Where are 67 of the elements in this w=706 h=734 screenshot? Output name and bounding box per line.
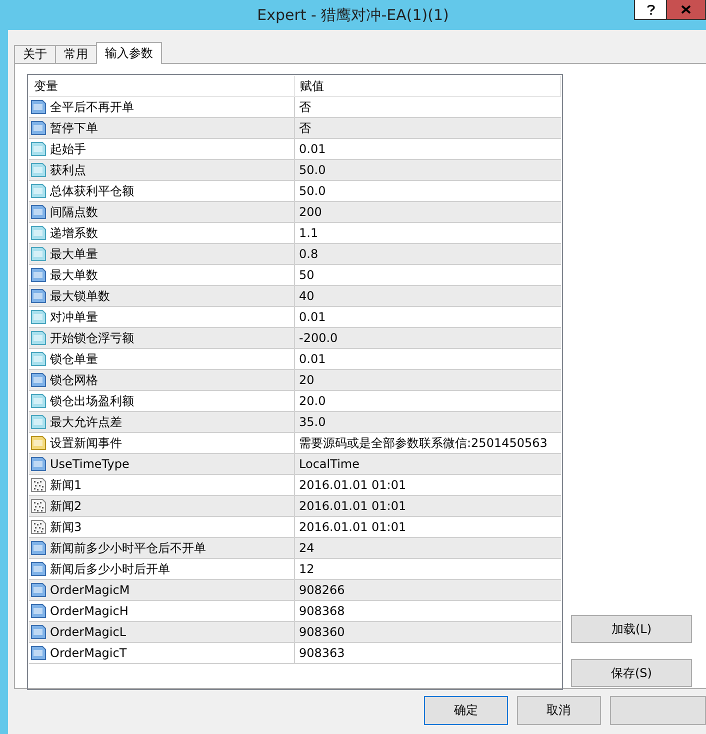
parameter-name: OrderMagicM <box>50 583 130 597</box>
parameter-name: 总体获利平仓额 <box>50 182 134 200</box>
parameter-value[interactable]: 否 <box>299 120 311 136</box>
parameter-name: 最大允许点差 <box>50 414 122 430</box>
parameter-value[interactable]: 否 <box>299 98 311 116</box>
parameter-value[interactable]: 20.0 <box>299 394 326 408</box>
parameter-name: 新闻3 <box>50 518 82 536</box>
parameter-name: 锁仓出场盈利额 <box>50 392 134 410</box>
parameter-name: OrderMagicL <box>50 625 126 639</box>
parameter-value[interactable]: 1.1 <box>299 226 318 240</box>
parameter-value[interactable]: LocalTime <box>299 457 360 471</box>
help-icon <box>646 4 654 15</box>
parameter-value[interactable]: 需要源码或是全部参数联系微信:2501450563 <box>299 434 548 452</box>
dialog-button[interactable]: 取消 <box>516 696 601 725</box>
parameter-value[interactable]: 20 <box>299 373 314 387</box>
parameter-value[interactable]: 0.01 <box>299 352 326 366</box>
parameter-name: 全平后不再开单 <box>50 98 134 116</box>
save-button[interactable]: 保存(S) <box>571 659 692 687</box>
parameter-value[interactable]: 2016.01.01 01:01 <box>299 499 406 513</box>
parameter-name: 新闻2 <box>50 498 82 514</box>
parameter-name: 最大锁单数 <box>50 288 110 304</box>
parameter-name: 获利点 <box>50 162 86 178</box>
parameter-value[interactable]: 0.01 <box>299 310 326 324</box>
parameter-value[interactable]: 35.0 <box>299 415 326 429</box>
dialog-button[interactable]: 确定 <box>424 696 508 725</box>
parameter-name: 最大单数 <box>50 266 98 284</box>
parameter-name: 间隔点数 <box>50 204 98 220</box>
parameter-value[interactable]: 50 <box>299 268 314 282</box>
parameter-name: 新闻1 <box>50 476 82 494</box>
parameter-name: 暂停下单 <box>50 120 98 136</box>
parameter-value[interactable]: 908363 <box>299 646 345 660</box>
close-icon <box>681 5 691 14</box>
parameter-name: 新闻前多少小时平仓后不开单 <box>50 540 206 556</box>
parameter-name: 锁仓单量 <box>50 350 98 368</box>
parameter-name: 锁仓网格 <box>50 372 98 388</box>
parameter-name: 开始锁仓浮亏额 <box>50 330 134 346</box>
parameter-value[interactable]: 908360 <box>299 625 345 639</box>
parameter-name: 最大单量 <box>50 246 98 262</box>
tab[interactable]: 关于 <box>14 45 56 64</box>
parameter-value[interactable]: 2016.01.01 01:01 <box>299 520 406 534</box>
parameter-name: UseTimeType <box>50 457 130 471</box>
parameter-value[interactable]: 908368 <box>299 604 345 618</box>
help-button[interactable] <box>634 0 667 20</box>
parameter-name: 设置新闻事件 <box>50 434 122 452</box>
parameter-name: 对冲单量 <box>50 308 98 326</box>
parameter-name: OrderMagicH <box>50 604 128 618</box>
parameter-value[interactable]: 50.0 <box>299 163 326 177</box>
parameter-value[interactable]: 2016.01.01 01:01 <box>299 478 406 492</box>
load-button[interactable]: 加载(L) <box>571 615 692 643</box>
parameter-value[interactable]: 12 <box>299 562 314 576</box>
parameter-value[interactable]: 0.8 <box>299 247 318 261</box>
parameter-value[interactable]: 40 <box>299 289 314 303</box>
parameter-name: 起始手 <box>50 140 86 158</box>
column-header[interactable]: 变量 <box>29 76 295 96</box>
parameter-name: OrderMagicT <box>50 646 127 660</box>
tab[interactable]: 输入参数 <box>96 42 162 64</box>
close-button[interactable] <box>666 0 706 20</box>
parameter-value[interactable]: 24 <box>299 541 314 555</box>
window-title: Expert - 猎鹰对冲-EA(1)(1) <box>257 6 449 24</box>
parameter-value[interactable]: 50.0 <box>299 184 326 198</box>
column-header[interactable]: 赋值 <box>295 76 561 96</box>
parameter-value[interactable]: 200 <box>299 205 322 219</box>
parameter-value[interactable]: 908266 <box>299 583 345 597</box>
parameter-value[interactable]: -200.0 <box>299 331 338 345</box>
parameter-value[interactable]: 0.01 <box>299 142 326 156</box>
parameter-name: 新闻后多少小时后开单 <box>50 560 170 578</box>
parameter-name: 递增系数 <box>50 224 98 242</box>
